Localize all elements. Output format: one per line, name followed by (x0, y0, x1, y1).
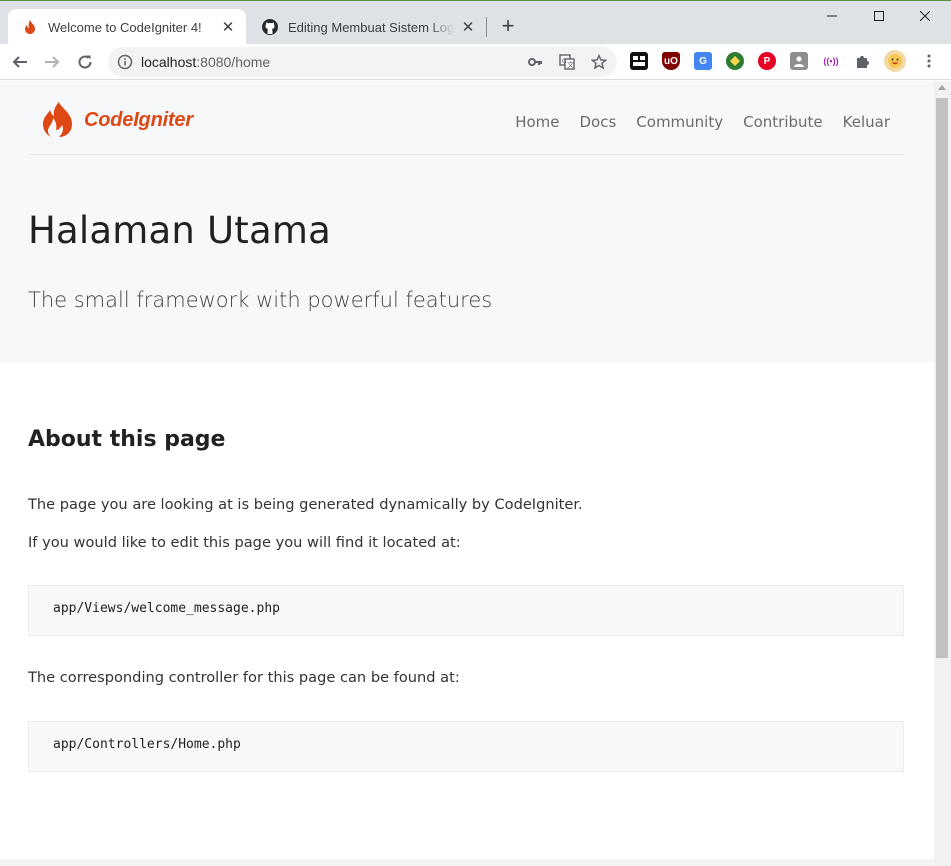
nav-community[interactable]: Community (636, 113, 723, 131)
url-text: localhost:8080/home (141, 54, 270, 70)
key-icon[interactable] (526, 53, 544, 71)
page-title: Halaman Utama (28, 209, 331, 252)
page-viewport: CodeIgniter Home Docs Community Contribu… (0, 81, 934, 866)
ublock-icon[interactable]: uO (662, 52, 680, 70)
bookmark-star-icon[interactable] (590, 53, 608, 71)
codeigniter-logo[interactable]: CodeIgniter (42, 102, 193, 138)
tab-title: Editing Membuat Sistem Login di (288, 19, 454, 35)
close-icon (920, 11, 930, 21)
minimize-icon (827, 15, 837, 17)
svg-text:G: G (562, 58, 567, 65)
url-host: localhost (141, 54, 197, 70)
site-info-icon[interactable] (117, 54, 133, 74)
tab-manager-icon[interactable] (630, 52, 648, 70)
tab-codeigniter[interactable]: Welcome to CodeIgniter 4! ✕ (8, 9, 246, 45)
broadcast-icon[interactable]: ((•)) (822, 52, 840, 70)
google-translate-icon[interactable]: G (694, 52, 712, 70)
github-icon (262, 19, 278, 35)
code-controller-path: app/Controllers/Home.php (28, 721, 904, 772)
back-button[interactable] (6, 48, 34, 76)
svg-text:文: 文 (567, 60, 574, 69)
vertical-scrollbar[interactable] (934, 81, 951, 866)
tab-github[interactable]: Editing Membuat Sistem Login di ✕ (248, 9, 486, 45)
section-title: About this page (28, 427, 226, 452)
paragraph-edit-location: If you would like to edit this page you … (28, 534, 461, 551)
new-tab-button[interactable]: + (496, 15, 520, 39)
hero-tagline: The small framework with powerful featur… (28, 288, 493, 312)
hero-section: CodeIgniter Home Docs Community Contribu… (0, 81, 934, 363)
reload-icon (78, 55, 92, 69)
tab-separator (486, 17, 487, 37)
nav-contribute[interactable]: Contribute (743, 113, 823, 131)
profile-extension-icon[interactable] (790, 52, 808, 70)
nav-keluar[interactable]: Keluar (843, 113, 890, 131)
reload-button[interactable] (71, 48, 99, 76)
code-view-path: app/Views/welcome_message.php (28, 585, 904, 636)
tab-strip: Welcome to CodeIgniter 4! ✕ Editing Memb… (0, 0, 951, 45)
close-window-button[interactable] (902, 1, 948, 31)
nav-home[interactable]: Home (515, 113, 559, 131)
forward-button[interactable] (38, 48, 66, 76)
main-menu: Home Docs Community Contribute Keluar (505, 113, 904, 131)
site-navbar: CodeIgniter Home Docs Community Contribu… (28, 81, 904, 155)
profile-avatar-icon[interactable] (884, 50, 906, 72)
paragraph-controller-location: The corresponding controller for this pa… (28, 669, 460, 686)
brand-name: CodeIgniter (84, 108, 193, 131)
maximize-button[interactable] (856, 1, 902, 31)
forward-arrow-icon (45, 56, 60, 68)
scroll-up-icon[interactable] (938, 85, 946, 90)
translate-icon[interactable]: 文G (558, 53, 576, 71)
paragraph-generated: The page you are looking at is being gen… (28, 496, 583, 513)
address-bar[interactable]: localhost:8080/home 文G (108, 47, 617, 77)
tab-title: Welcome to CodeIgniter 4! (48, 19, 202, 35)
codeigniter-flame-icon (43, 102, 72, 137)
scrollbar-thumb[interactable] (936, 98, 948, 658)
maximize-icon (874, 11, 884, 21)
maps-extension-icon[interactable] (726, 52, 744, 70)
browser-toolbar: localhost:8080/home 文G uO G P ((•)) (0, 44, 951, 80)
back-arrow-icon (12, 56, 27, 68)
nav-docs[interactable]: Docs (580, 113, 617, 131)
codeigniter-flame-icon (22, 19, 38, 35)
close-tab-icon[interactable]: ✕ (460, 19, 476, 36)
footer-edge (0, 859, 934, 866)
url-path: :8080/home (196, 54, 271, 70)
close-tab-icon[interactable]: ✕ (220, 19, 236, 36)
extensions-puzzle-icon[interactable] (854, 52, 872, 70)
minimize-button[interactable] (809, 1, 855, 31)
pinterest-icon[interactable]: P (758, 52, 776, 70)
menu-kebab-icon[interactable] (920, 52, 938, 70)
